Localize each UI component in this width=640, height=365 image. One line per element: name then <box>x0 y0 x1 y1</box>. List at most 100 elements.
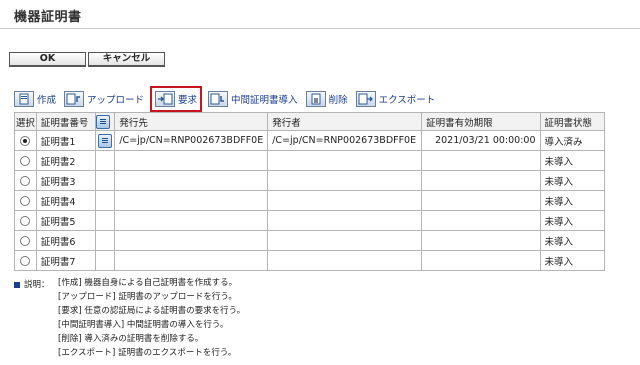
issued-by <box>267 190 423 211</box>
description-line: [作成] 機器自身による自己証明書を作成する。 <box>58 278 238 288</box>
cert-number: 証明書3 <box>35 170 96 191</box>
row-select-cell <box>14 250 37 271</box>
cert-number: 証明書2 <box>35 150 96 171</box>
export-button[interactable]: エクスポート <box>355 88 436 110</box>
description-lines: [作成] 機器自身による自己証明書を作成する。 [アップロード] 証明書のアップ… <box>58 278 245 362</box>
row-radio[interactable] <box>20 215 31 226</box>
issued-to <box>114 230 269 251</box>
cert-number: 証明書6 <box>35 230 96 251</box>
status: 未導入 <box>539 210 606 231</box>
row-radio[interactable] <box>20 155 31 166</box>
issued-to <box>114 170 269 191</box>
detail-cell <box>94 210 116 231</box>
expiry <box>421 170 541 191</box>
issued-by <box>267 210 423 231</box>
header-status: 証明書状態 <box>539 112 606 131</box>
detail-cell <box>94 130 116 151</box>
detail-icon[interactable] <box>98 133 113 148</box>
expiry <box>421 150 541 171</box>
upload-label: アップロード <box>87 95 145 106</box>
create-button[interactable]: 作成 <box>14 88 56 110</box>
detail-column-icon <box>95 114 110 129</box>
certificate-toolbar: 作成 アップロード 要求 中間証明書導入 削除 エクスポート <box>14 86 443 112</box>
description-line: [削除] 導入済みの証明書を削除する。 <box>58 334 204 344</box>
issued-to: /C=jp/CN=RNP002673BDFF0E <box>114 130 269 151</box>
request-label: 要求 <box>178 95 198 106</box>
expiry <box>421 250 541 271</box>
upload-icon <box>64 91 85 107</box>
row-select-cell <box>14 210 37 231</box>
table-row: 証明書3 未導入 <box>14 170 606 191</box>
detail-cell <box>94 190 116 211</box>
status: 未導入 <box>539 170 606 191</box>
issued-by <box>267 170 423 191</box>
header-issued-by: 発行者 <box>267 112 423 131</box>
request-icon <box>155 91 176 107</box>
row-radio[interactable] <box>20 255 31 266</box>
expiry <box>421 210 541 231</box>
detail-cell <box>94 170 116 191</box>
export-icon <box>355 91 376 107</box>
status: 導入済み <box>539 130 606 151</box>
issued-by: /C=jp/CN=RNP002673BDFF0E <box>267 130 423 151</box>
cancel-button[interactable]: キャンセル <box>88 52 165 67</box>
cert-number: 証明書5 <box>35 210 96 231</box>
row-radio[interactable] <box>20 135 31 146</box>
export-label: エクスポート <box>378 95 436 106</box>
header-select: 選択 <box>14 112 37 131</box>
table-row: 証明書6 未導入 <box>14 230 606 251</box>
table-row: 証明書4 未導入 <box>14 190 606 211</box>
header-expiry: 証明書有効期限 <box>421 112 541 131</box>
detail-cell <box>94 230 116 251</box>
upload-button[interactable]: アップロード <box>64 88 144 110</box>
intermediate-import-icon <box>208 91 229 107</box>
issued-to <box>114 210 269 231</box>
issued-to <box>114 250 269 271</box>
cert-number: 証明書7 <box>35 250 96 271</box>
create-label: 作成 <box>37 95 57 106</box>
table-row: 証明書7 未導入 <box>14 250 606 271</box>
status: 未導入 <box>539 150 606 171</box>
issued-by <box>267 230 423 251</box>
row-select-cell <box>14 130 37 151</box>
row-select-cell <box>14 150 37 171</box>
status: 未導入 <box>539 230 606 251</box>
row-select-cell <box>14 190 37 211</box>
table-row: 証明書5 未導入 <box>14 210 606 231</box>
status: 未導入 <box>539 190 606 211</box>
issued-to <box>114 150 269 171</box>
title-divider <box>0 28 640 29</box>
dialog-actions: OK キャンセル <box>9 52 165 67</box>
table-row: 証明書2 未導入 <box>14 150 606 171</box>
page-title: 機器証明書 <box>14 10 82 25</box>
row-select-cell <box>14 170 37 191</box>
delete-label: 削除 <box>328 95 348 106</box>
header-number: 証明書番号 <box>35 112 96 131</box>
expiry <box>421 230 541 251</box>
intermediate-import-label: 中間証明書導入 <box>231 95 298 106</box>
description-line: [要求] 任意の認証局による証明書の要求を行う。 <box>58 306 246 316</box>
issued-by <box>267 150 423 171</box>
bullet-icon <box>14 281 20 288</box>
cert-number: 証明書4 <box>35 190 96 211</box>
certificate-table: 選択 証明書番号 発行先 発行者 証明書有効期限 証明書状態 証明書1 /C=j… <box>14 112 606 271</box>
description-heading: 説明： <box>14 278 50 290</box>
ok-button[interactable]: OK <box>9 52 86 67</box>
row-radio[interactable] <box>20 235 31 246</box>
row-radio[interactable] <box>20 175 31 186</box>
delete-icon <box>305 91 326 107</box>
detail-cell <box>94 150 116 171</box>
expiry <box>421 190 541 211</box>
row-select-cell <box>14 230 37 251</box>
issued-to <box>114 190 269 211</box>
table-row: 証明書1 /C=jp/CN=RNP002673BDFF0E /C=jp/CN=R… <box>14 130 606 151</box>
description-line: [アップロード] 証明書のアップロードを行う。 <box>58 292 237 302</box>
delete-button[interactable]: 削除 <box>305 88 348 110</box>
intermediate-import-button[interactable]: 中間証明書導入 <box>208 88 298 110</box>
header-issued-to: 発行先 <box>114 112 269 131</box>
description-line: [エクスポート] 証明書のエクスポートを行う。 <box>58 348 237 358</box>
request-button[interactable]: 要求 <box>150 86 203 112</box>
status: 未導入 <box>539 250 606 271</box>
row-radio[interactable] <box>20 195 31 206</box>
create-icon <box>14 91 34 107</box>
